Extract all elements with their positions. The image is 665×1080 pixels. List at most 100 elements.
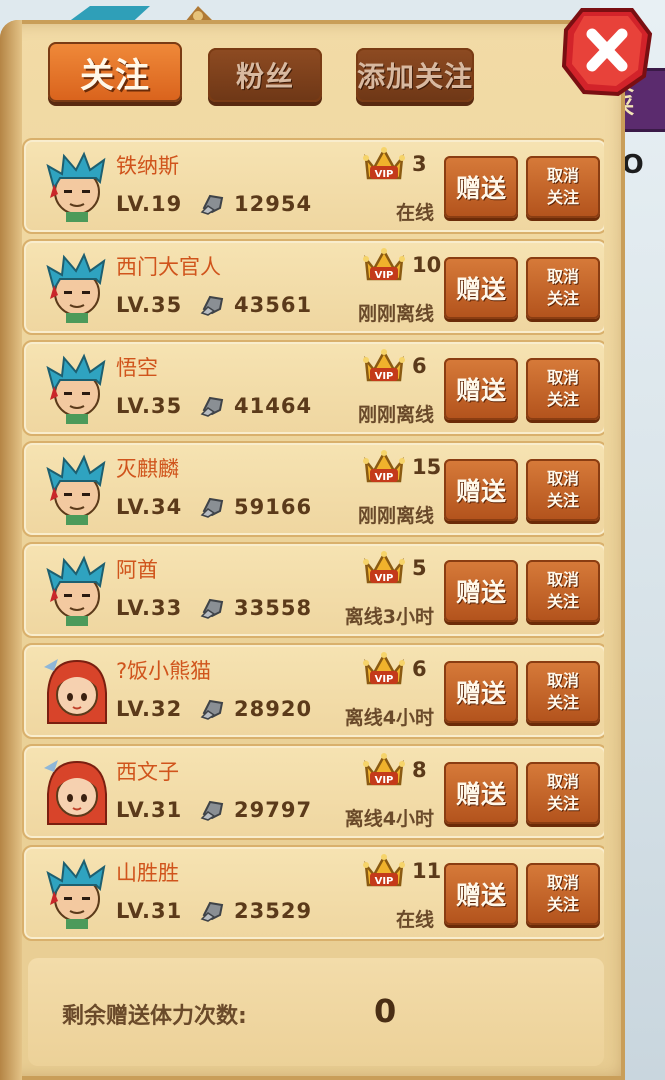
friend-row: 阿酋 LV.33 33558 VIP 5 离线3小时 赠送 取消 关注: [22, 542, 604, 638]
friend-level: LV.35: [116, 394, 183, 418]
online-status: 刚刚离线: [357, 505, 434, 527]
friend-name: 山胜胜: [116, 861, 179, 885]
close-button[interactable]: [560, 4, 654, 98]
friend-row: 山胜胜 LV.31 23529 VIP 11 在线 赠送 取消 关注: [22, 845, 604, 941]
unfollow-label-line2: 关注: [546, 895, 579, 914]
unfollow-button[interactable]: 取消 关注: [526, 661, 600, 723]
male-hero-avatar: [46, 151, 106, 222]
friend-name: 西文子: [116, 760, 179, 784]
unfollow-label-line1: 取消: [546, 267, 579, 286]
friend-power: 12954: [234, 192, 313, 216]
friend-power: 41464: [234, 394, 313, 418]
friend-name: ?饭小熊猫: [116, 659, 212, 683]
unfollow-label-line1: 取消: [546, 570, 579, 589]
unfollow-label-line2: 关注: [546, 289, 579, 308]
svg-text:VIP: VIP: [375, 674, 394, 685]
unfollow-button[interactable]: 取消 关注: [526, 459, 600, 521]
friend-name: 灭麒麟: [116, 457, 179, 481]
footer-bar: 剩余赠送体力次数: 0: [28, 958, 604, 1066]
unfollow-button[interactable]: 取消 关注: [526, 762, 600, 824]
remaining-gifts-value: 0: [374, 992, 397, 1030]
friend-power: 29797: [234, 798, 313, 822]
svg-text:VIP: VIP: [375, 472, 394, 483]
vip-level: 8: [412, 758, 427, 782]
gift-button[interactable]: 赠送: [444, 156, 518, 218]
friend-level: LV.19: [116, 192, 183, 216]
unfollow-label-line2: 关注: [546, 592, 579, 611]
online-status: 在线: [395, 202, 434, 224]
friend-level: LV.31: [116, 899, 183, 923]
male-hero-avatar: [46, 252, 106, 323]
friend-row: 铁纳斯 LV.19 12954 VIP 3 在线 赠送 取消 关注: [22, 138, 604, 234]
vip-level: 5: [412, 556, 427, 580]
unfollow-label-line1: 取消: [546, 166, 579, 185]
unfollow-button[interactable]: 取消 关注: [526, 257, 600, 319]
vip-crown-icon: VIP: [363, 248, 405, 281]
gift-button[interactable]: 赠送: [444, 863, 518, 925]
power-stone-icon: [200, 295, 224, 316]
tab-fans[interactable]: 粉丝: [208, 48, 322, 102]
power-stone-icon: [200, 901, 224, 922]
power-stone-icon: [200, 699, 224, 720]
friend-row: 西文子 LV.31 29797 VIP 8 离线4小时 赠送 取消 关注: [22, 744, 604, 840]
gift-button[interactable]: 赠送: [444, 459, 518, 521]
svg-text:VIP: VIP: [375, 775, 394, 786]
friend-row: ?饭小熊猫 LV.32 28920 VIP 6 离线4小时 赠送 取消 关注: [22, 643, 604, 739]
vip-crown-icon: VIP: [363, 551, 405, 584]
online-status: 离线3小时: [344, 606, 434, 628]
svg-text:VIP: VIP: [375, 876, 394, 887]
svg-text:VIP: VIP: [375, 169, 394, 180]
gift-button[interactable]: 赠送: [444, 762, 518, 824]
unfollow-label-line2: 关注: [546, 794, 579, 813]
friend-level: LV.34: [116, 495, 183, 519]
friend-name: 铁纳斯: [116, 154, 179, 178]
unfollow-button[interactable]: 取消 关注: [526, 156, 600, 218]
gift-button[interactable]: 赠送: [444, 560, 518, 622]
vip-level: 3: [412, 152, 427, 176]
svg-text:VIP: VIP: [375, 573, 394, 584]
unfollow-label-line2: 关注: [546, 491, 579, 510]
unfollow-label-line1: 取消: [546, 368, 579, 387]
friends-list[interactable]: 铁纳斯 LV.19 12954 VIP 3 在线 赠送 取消 关注 西门大官人 …: [22, 138, 604, 958]
tab-follow[interactable]: 关注: [48, 42, 182, 102]
male-hero-avatar: [46, 454, 106, 525]
unfollow-button[interactable]: 取消 关注: [526, 358, 600, 420]
remaining-gifts-label: 剩余赠送体力次数:: [62, 1004, 247, 1029]
male-hero-avatar: [46, 353, 106, 424]
online-status: 刚刚离线: [357, 404, 434, 426]
vip-crown-icon: VIP: [363, 349, 405, 382]
online-status: 刚刚离线: [357, 303, 434, 325]
online-status: 离线4小时: [344, 707, 434, 729]
unfollow-label-line1: 取消: [546, 469, 579, 488]
female-hero-avatar: [44, 659, 107, 724]
unfollow-label-line1: 取消: [546, 671, 579, 690]
friend-level: LV.32: [116, 697, 183, 721]
unfollow-label-line2: 关注: [546, 693, 579, 712]
gift-button[interactable]: 赠送: [444, 257, 518, 319]
unfollow-label-line1: 取消: [546, 873, 579, 892]
unfollow-button[interactable]: 取消 关注: [526, 560, 600, 622]
female-hero-avatar: [44, 760, 107, 825]
male-hero-avatar: [46, 555, 106, 626]
power-stone-icon: [200, 396, 224, 417]
vip-crown-icon: VIP: [363, 854, 405, 887]
friend-power: 23529: [234, 899, 313, 923]
friend-level: LV.33: [116, 596, 183, 620]
friend-row: 西门大官人 LV.35 43561 VIP 10 刚刚离线 赠送 取消 关注: [22, 239, 604, 335]
vip-crown-icon: VIP: [363, 450, 405, 483]
power-stone-icon: [200, 194, 224, 215]
friend-level: LV.35: [116, 293, 183, 317]
panel-left-edge: [0, 20, 22, 1080]
friend-power: 43561: [234, 293, 313, 317]
tab-add-follow[interactable]: 添加关注: [356, 48, 474, 102]
male-hero-avatar: [46, 858, 106, 929]
gift-button[interactable]: 赠送: [444, 661, 518, 723]
vip-level: 6: [412, 354, 427, 378]
vip-level: 10: [412, 253, 442, 277]
unfollow-button[interactable]: 取消 关注: [526, 863, 600, 925]
vip-level: 11: [412, 859, 442, 883]
close-icon: [561, 8, 653, 97]
gift-button[interactable]: 赠送: [444, 358, 518, 420]
friend-row: 灭麒麟 LV.34 59166 VIP 15 刚刚离线 赠送 取消 关注: [22, 441, 604, 537]
svg-text:VIP: VIP: [375, 270, 394, 281]
